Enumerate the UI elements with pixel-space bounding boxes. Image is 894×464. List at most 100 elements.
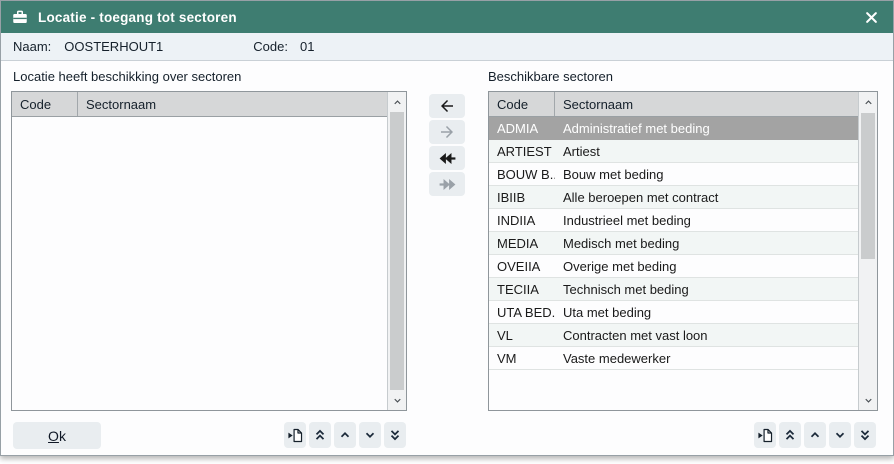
row-code: ARTIEST (489, 144, 555, 159)
chevron-down-icon (863, 395, 874, 406)
chevron-up-icon (392, 97, 403, 108)
double-chevron-down-icon (388, 428, 402, 442)
double-chevron-down-icon (858, 428, 872, 442)
table-row[interactable]: TECIIATechnisch met beding (489, 278, 858, 301)
row-sectornaam: Technisch met beding (555, 282, 858, 297)
row-sectornaam: Uta met beding (555, 305, 858, 320)
first-record-button[interactable] (309, 422, 331, 448)
double-chevron-up-icon (783, 428, 797, 442)
vertical-scrollbar[interactable] (387, 92, 406, 410)
row-sectornaam: Medisch met beding (555, 236, 858, 251)
dialog-window: Locatie - toegang tot sectoren Naam: OOS… (0, 0, 894, 456)
transfer-buttons (429, 94, 465, 196)
row-sectornaam: Administratief met beding (555, 121, 858, 136)
table-row[interactable]: IBIIBAlle beroepen met contract (489, 186, 858, 209)
row-code: BOUW B... (489, 167, 555, 182)
row-sectornaam: Artiest (555, 144, 858, 159)
chevron-down-icon (392, 395, 403, 406)
row-code: OVEIIA (489, 259, 555, 274)
first-record-button[interactable] (779, 422, 801, 448)
row-sectornaam: Industrieel met beding (555, 213, 858, 228)
scroll-up-button[interactable] (859, 92, 877, 112)
chevron-up-icon (863, 97, 874, 108)
table-header: Code Sectornaam (12, 92, 387, 117)
column-header-code: Code (12, 92, 78, 116)
row-sectornaam: Bouw met beding (555, 167, 858, 182)
table-row[interactable]: INDIIAIndustrieel met beding (489, 209, 858, 232)
window-title: Locatie - toegang tot sectoren (38, 10, 237, 25)
assigned-sectors-list: Code Sectornaam (11, 91, 407, 411)
scrollbar-thumb[interactable] (390, 112, 404, 390)
goto-record-button[interactable] (284, 422, 306, 448)
close-icon (864, 10, 879, 25)
chevron-up-icon (808, 428, 822, 442)
last-record-button[interactable] (384, 422, 406, 448)
double-arrow-right-icon (438, 175, 457, 194)
table-row[interactable]: VLContracten met vast loon (489, 324, 858, 347)
chevron-up-icon (338, 428, 352, 442)
row-sectornaam: Vaste medewerker (555, 351, 858, 366)
scrollbar-thumb[interactable] (861, 113, 875, 259)
available-sectors-list: Code Sectornaam ADMIAAdministratief met … (488, 91, 878, 411)
row-code: TECIIA (489, 282, 555, 297)
table-row[interactable]: ARTIESTArtiest (489, 140, 858, 163)
vertical-scrollbar[interactable] (858, 92, 877, 410)
row-sectornaam: Alle beroepen met contract (555, 190, 858, 205)
row-sectornaam: Contracten met vast loon (555, 328, 858, 343)
code-value: 01 (300, 39, 314, 54)
table-header: Code Sectornaam (489, 92, 858, 117)
table-body: ADMIAAdministratief met bedingARTIESTArt… (489, 117, 858, 370)
close-button[interactable] (859, 5, 883, 29)
goto-record-icon (757, 427, 774, 444)
record-nav-right (754, 422, 876, 448)
table-row[interactable]: UTA BED...Uta met beding (489, 301, 858, 324)
chevron-down-icon (833, 428, 847, 442)
assigned-sectors-label: Locatie heeft beschikking over sectoren (13, 69, 241, 84)
row-code: INDIIA (489, 213, 555, 228)
row-code: IBIIB (489, 190, 555, 205)
column-header-code: Code (489, 92, 555, 116)
scroll-down-button[interactable] (388, 390, 406, 410)
row-sectornaam: Overige met beding (555, 259, 858, 274)
ok-button[interactable]: Ok (13, 422, 101, 449)
scroll-down-button[interactable] (859, 390, 877, 410)
double-arrow-left-icon (438, 149, 457, 168)
goto-record-button[interactable] (754, 422, 776, 448)
goto-record-icon (287, 427, 304, 444)
move-all-left-button[interactable] (429, 146, 465, 170)
table-row[interactable]: ADMIAAdministratief met beding (489, 117, 858, 140)
table-row[interactable]: OVEIIAOverige met beding (489, 255, 858, 278)
double-chevron-up-icon (313, 428, 327, 442)
previous-record-button[interactable] (804, 422, 826, 448)
next-record-button[interactable] (829, 422, 851, 448)
ok-button-label: Ok (48, 428, 66, 444)
row-code: VL (489, 328, 555, 343)
column-header-sectornaam: Sectornaam (555, 92, 858, 116)
move-right-button[interactable] (429, 120, 465, 144)
move-left-button[interactable] (429, 94, 465, 118)
column-header-sectornaam: Sectornaam (78, 92, 387, 116)
next-record-button[interactable] (359, 422, 381, 448)
available-sectors-label: Beschikbare sectoren (488, 69, 613, 84)
row-code: ADMIA (489, 121, 555, 136)
arrow-right-icon (438, 123, 456, 141)
info-bar: Naam: OOSTERHOUT1 Code: 01 (1, 33, 893, 61)
name-value: OOSTERHOUT1 (64, 39, 163, 54)
last-record-button[interactable] (854, 422, 876, 448)
name-label: Naam: (13, 39, 51, 54)
record-nav-left (284, 422, 406, 448)
previous-record-button[interactable] (334, 422, 356, 448)
table-row[interactable]: BOUW B...Bouw met beding (489, 163, 858, 186)
scroll-up-button[interactable] (388, 92, 406, 112)
table-row[interactable]: VMVaste medewerker (489, 347, 858, 370)
code-label: Code: (253, 39, 288, 54)
move-all-right-button[interactable] (429, 172, 465, 196)
arrow-left-icon (438, 97, 456, 115)
row-code: MEDIA (489, 236, 555, 251)
chevron-down-icon (363, 428, 377, 442)
titlebar: Locatie - toegang tot sectoren (1, 1, 893, 33)
row-code: UTA BED... (489, 305, 555, 320)
row-code: VM (489, 351, 555, 366)
briefcase-icon (11, 8, 29, 26)
table-row[interactable]: MEDIAMedisch met beding (489, 232, 858, 255)
